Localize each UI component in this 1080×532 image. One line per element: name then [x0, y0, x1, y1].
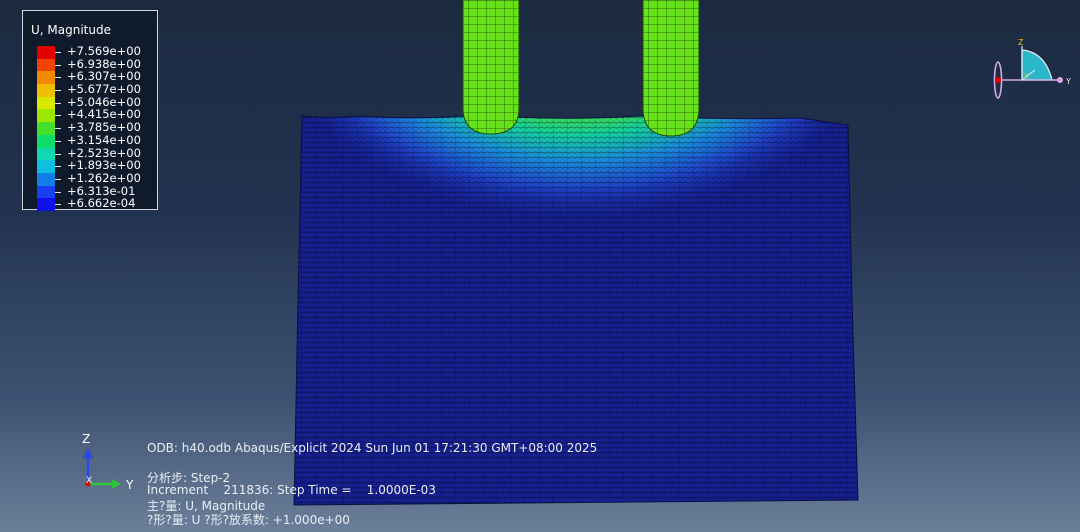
view-x-label: X: [1024, 72, 1029, 80]
view-orientation-widget[interactable]: Z Y X: [993, 38, 1072, 99]
legend-swatch: [37, 198, 55, 212]
punch-right[interactable]: [642, 0, 700, 137]
legend-value: +1.262e+00: [67, 170, 141, 185]
legend-swatch: [37, 71, 55, 85]
legend-value: +6.662e-04: [67, 196, 136, 211]
deformed-var-line: ?形?量: U ?形?放系数: +1.000e+00: [147, 513, 350, 527]
view-z-label: Z: [1018, 38, 1024, 47]
coordinate-triad: Z Y X: [82, 432, 134, 492]
triad-x-label: X: [86, 476, 92, 486]
triad-z-label: Z: [82, 432, 90, 446]
contour-legend[interactable]: U, Magnitude +7.569e+00 +6.938e+00 +6.30…: [22, 10, 159, 212]
triad-y-label: Y: [125, 478, 134, 492]
legend-title: U, Magnitude: [31, 23, 111, 37]
legend-swatch: [37, 46, 55, 59]
odb-info-line: ODB: h40.odb Abaqus/Explicit 2024 Sun Ju…: [147, 441, 598, 455]
increment-info-line: Increment 211836: Step Time = 1.0000E-03: [147, 483, 436, 497]
legend-swatch: [37, 122, 55, 136]
legend-swatch: [37, 96, 55, 110]
increment-value: 211836: Step Time =: [223, 483, 352, 497]
legend-swatch: [37, 172, 55, 186]
increment-label: Increment: [147, 483, 209, 497]
step-time-value: 1.0000E-03: [366, 483, 436, 497]
legend-swatch: [37, 58, 55, 72]
punch-left[interactable]: [462, 0, 520, 135]
legend-row: +6.662e-04: [33, 196, 159, 212]
view-y-label: Y: [1065, 77, 1071, 86]
legend-value: +3.154e+00: [67, 132, 141, 147]
legend-swatch: [37, 185, 55, 199]
legend-swatch: [37, 109, 55, 123]
legend-swatch: [37, 84, 55, 98]
legend-rows: +7.569e+00 +6.938e+00 +6.307e+00 +5.677e…: [33, 45, 159, 212]
legend-swatch: [37, 147, 55, 161]
legend-swatch: [37, 134, 55, 148]
legend-swatch: [37, 160, 55, 174]
